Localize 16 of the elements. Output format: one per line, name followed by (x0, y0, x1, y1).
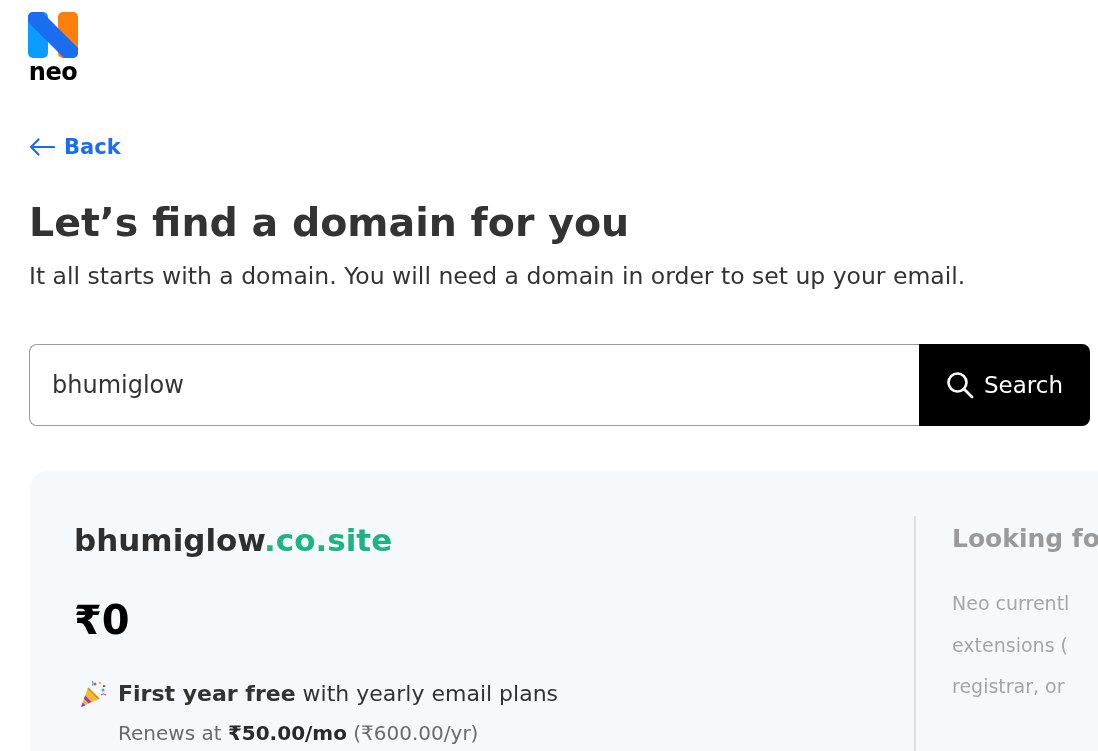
page-subtitle: It all starts with a domain. You will need a domain in order to set up your email. (29, 261, 966, 291)
domain-name: bhumiglow.co.site (74, 521, 393, 560)
info-title: Looking fo (952, 523, 1098, 555)
back-link[interactable]: Back (29, 133, 121, 161)
offer-text: First year free with yearly email plans (118, 680, 559, 708)
search-button[interactable]: Search (919, 344, 1090, 426)
page-heading: Let’s find a domain for you (29, 198, 630, 247)
info-text: Neo currentl extensions ( registrar, or (952, 591, 1070, 699)
arrow-left-icon (29, 138, 55, 156)
logo-icon (28, 12, 78, 58)
logo-wordmark: neo (28, 58, 78, 86)
search-icon (946, 371, 974, 399)
party-popper-icon (79, 680, 107, 708)
domain-search-field[interactable]: bhumiglow (29, 344, 919, 426)
domain-price: ₹0 (74, 596, 130, 644)
renewal-price-text: Renews at ₹50.00/mo (₹600.00/yr) (118, 720, 479, 747)
